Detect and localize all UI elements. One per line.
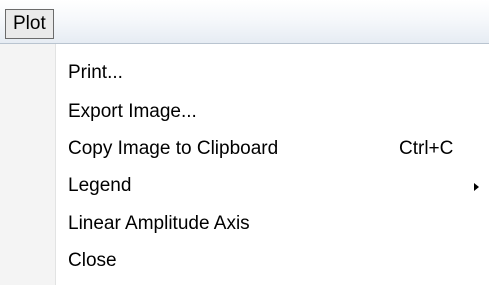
menu-icon-gutter [0,44,55,285]
menu-item-export-image[interactable]: Export Image... [57,95,489,131]
menu-item-label: Legend [68,175,132,196]
plot-dropdown-menu: Print... Export Image... Copy Image to C… [0,44,489,285]
menu-item-linear-amplitude-axis[interactable]: Linear Amplitude Axis [57,207,489,243]
menu-item-label: Print... [68,62,123,83]
menu-item-label: Export Image... [68,101,197,122]
menu-item-close[interactable]: Close [57,244,489,280]
menu-item-print[interactable]: Print... [57,56,489,92]
menu-bar: Plot [0,0,489,44]
shortcut-label: Ctrl+C [399,138,454,159]
menu-item-legend[interactable]: Legend [57,169,489,205]
plot-menu[interactable]: Plot [5,9,54,39]
submenu-arrow-icon [474,183,479,191]
menu-item-label: Copy Image to Clipboard [68,138,279,159]
menu-item-copy-image[interactable]: Copy Image to Clipboard Ctrl+C [57,132,489,168]
menu-item-label: Close [68,250,117,271]
menu-item-label: Linear Amplitude Axis [68,213,250,234]
